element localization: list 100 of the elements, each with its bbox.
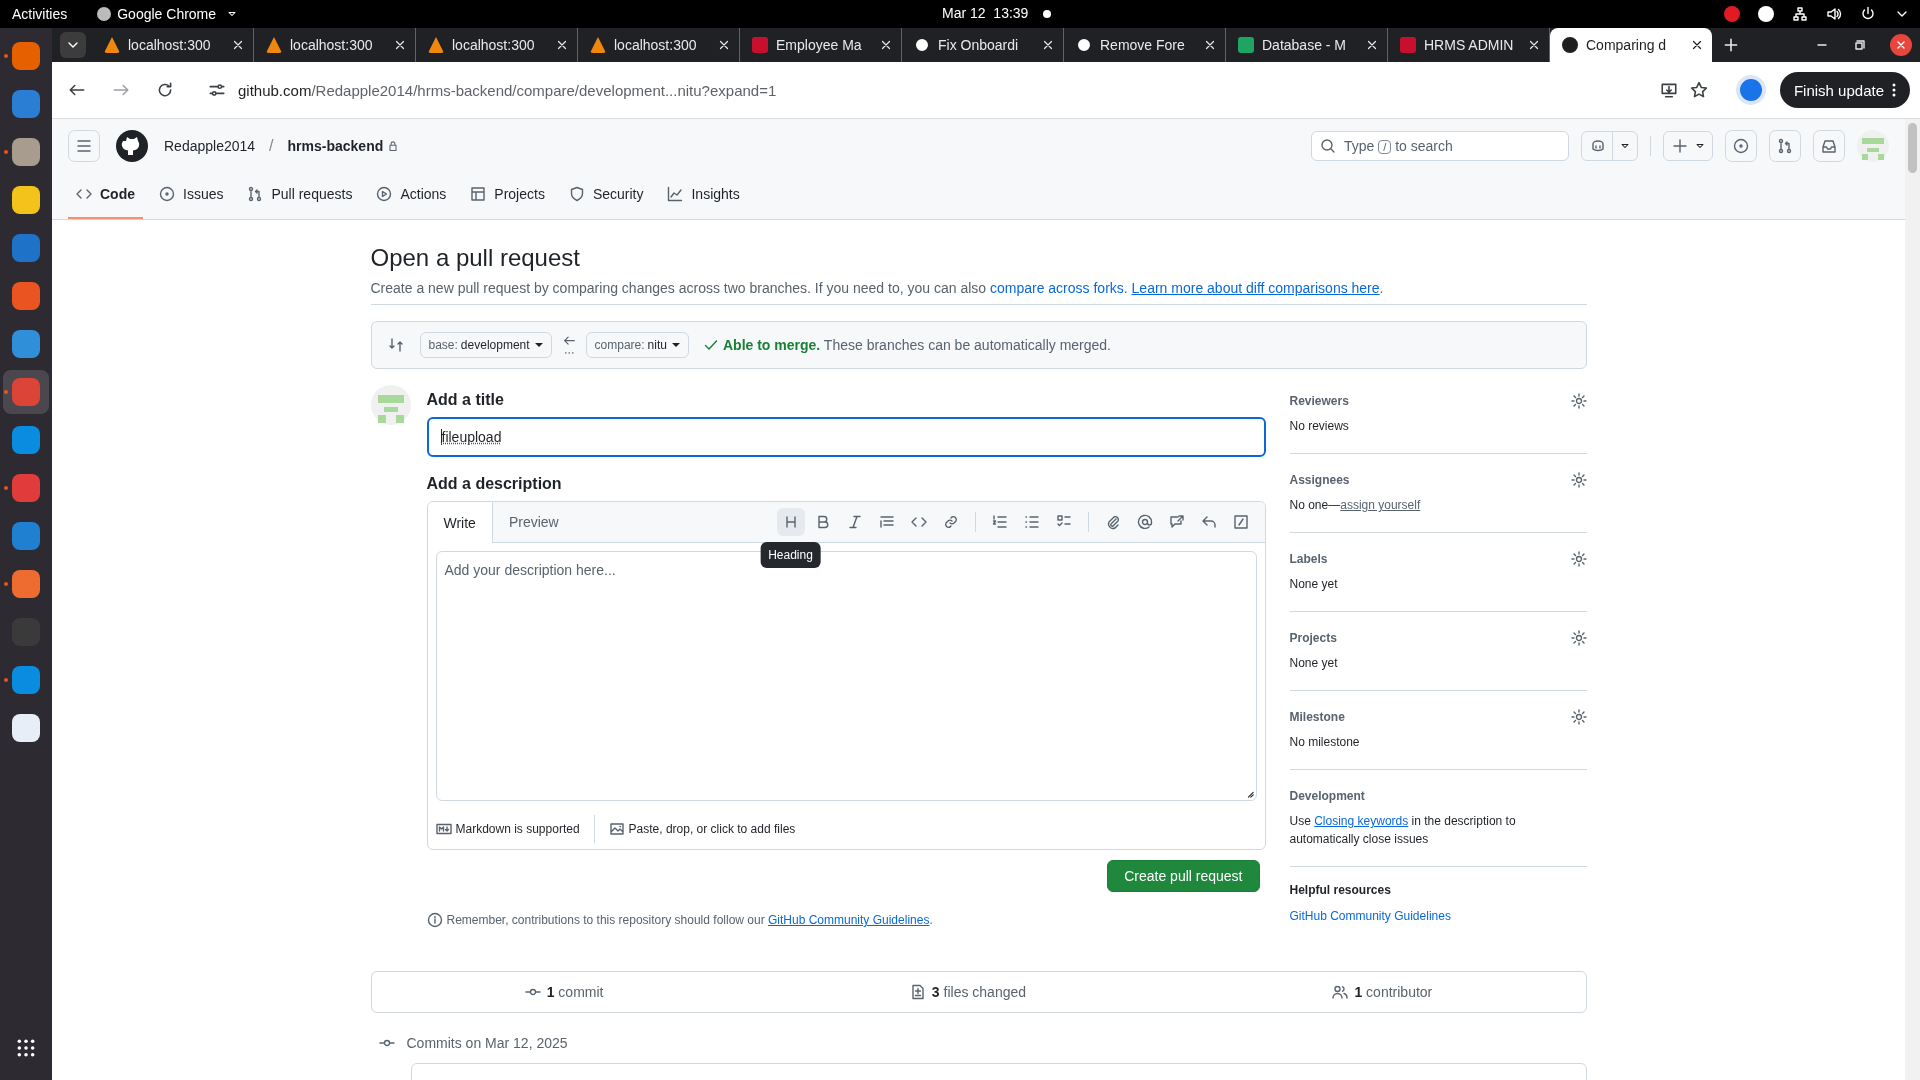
store-icon[interactable] xyxy=(12,282,40,310)
app-grid-icon[interactable] xyxy=(16,1038,36,1058)
cat-logo-icon xyxy=(914,37,930,53)
sound-icon[interactable] xyxy=(1826,6,1842,22)
repo-nav-tab[interactable]: Pull requests xyxy=(239,171,361,219)
recording-dot-icon xyxy=(1043,10,1051,18)
apple-icon[interactable] xyxy=(1724,6,1740,22)
logo-icon[interactable] xyxy=(116,130,148,162)
text-editor-icon[interactable] xyxy=(12,714,40,742)
close-icon[interactable] xyxy=(1203,38,1217,52)
apple-icon[interactable] xyxy=(12,474,40,502)
cat-logo-icon xyxy=(1076,37,1092,53)
repo-nav-tab[interactable]: Code xyxy=(68,171,143,219)
network-icon[interactable] xyxy=(1792,6,1808,22)
close-icon[interactable] xyxy=(555,38,569,52)
activities-button[interactable]: Activities xyxy=(12,6,68,22)
issues-button[interactable] xyxy=(1725,130,1757,162)
settings-icon[interactable] xyxy=(1570,630,1587,646)
running-indicator xyxy=(4,54,8,58)
chat-icon[interactable] xyxy=(1758,6,1774,22)
scrollbar[interactable] xyxy=(1905,119,1920,1080)
menu-button[interactable] xyxy=(68,130,100,162)
settings-icon[interactable] xyxy=(1570,472,1587,488)
speaker-icon[interactable] xyxy=(12,186,40,214)
profile-icon[interactable] xyxy=(1735,75,1766,105)
sidebar-link[interactable]: Closing keywords xyxy=(1314,814,1409,828)
attach-files-note[interactable]: Paste, drop, or click to add files xyxy=(608,821,796,837)
repo-nav-tab[interactable]: Insights xyxy=(659,171,748,219)
rocket-icon[interactable] xyxy=(12,570,40,598)
fox-browser-icon[interactable] xyxy=(12,42,40,70)
compare-forks-link[interactable]: compare across forks. xyxy=(989,280,1128,296)
close-icon[interactable] xyxy=(879,38,893,52)
left-arrow-icon xyxy=(561,334,576,356)
settings-icon[interactable] xyxy=(1570,551,1587,567)
compare-branch-select[interactable]: compare: nitu xyxy=(585,332,689,358)
repo-nav-tab[interactable]: Security xyxy=(560,171,652,219)
close-icon[interactable] xyxy=(1690,38,1704,52)
markdown-note[interactable]: Markdown is supported xyxy=(435,821,580,837)
power-icon[interactable] xyxy=(1860,6,1876,22)
repo-nav-tab[interactable]: Issues xyxy=(151,171,232,219)
close-icon[interactable] xyxy=(231,38,245,52)
repo-link[interactable]: hrms-backend xyxy=(287,138,384,154)
pull-requests-button[interactable] xyxy=(1769,130,1801,162)
site-settings-icon[interactable] xyxy=(208,81,226,99)
code-editor-icon[interactable] xyxy=(12,522,40,550)
close-icon[interactable] xyxy=(1365,38,1379,52)
bookmark-star-icon[interactable] xyxy=(1689,81,1708,99)
restore-button[interactable] xyxy=(1852,37,1868,53)
description-label: Add a description xyxy=(426,475,563,493)
merge-status: Able to merge. These branches can be automatically merged. xyxy=(722,337,1111,353)
title-input[interactable]: fileupload xyxy=(426,417,1266,457)
editor-tab[interactable]: Write xyxy=(427,502,493,543)
file-diff-icon xyxy=(909,984,926,1000)
clock[interactable]: Mar 12 13:39 xyxy=(942,5,1029,21)
cat-logo-icon xyxy=(1562,37,1578,53)
browser-tab[interactable]: Comparing d xyxy=(1550,28,1712,62)
settings-icon[interactable] xyxy=(1570,393,1587,409)
close-icon[interactable] xyxy=(1527,38,1541,52)
settings-icon[interactable] xyxy=(1570,709,1587,725)
address-bar[interactable]: github.com/Redapple2014/hrms-backend/compare/development...nitu?expand=1 xyxy=(194,70,1722,110)
bird-mail-icon[interactable] xyxy=(12,90,40,118)
avatar-icon xyxy=(370,385,411,425)
document-icon[interactable] xyxy=(12,234,40,262)
resize-handle[interactable] xyxy=(1245,790,1254,798)
reload-button[interactable] xyxy=(156,81,174,99)
table-icon xyxy=(470,186,487,202)
help-icon[interactable] xyxy=(12,330,40,358)
search-field[interactable]: Type / to search xyxy=(1311,131,1569,161)
summary-link[interactable]: 1 contributor xyxy=(1332,984,1433,1000)
app-menu[interactable]: Google Chrome xyxy=(97,6,239,22)
summary-link[interactable]: 3 files changed xyxy=(909,984,1027,1000)
guidelines-link[interactable]: GitHub Community Guidelines xyxy=(1289,909,1451,923)
base-branch-select[interactable]: base: development xyxy=(419,332,552,358)
tab-search-button[interactable] xyxy=(60,32,86,58)
sidebar-link[interactable]: assign yourself xyxy=(1340,498,1421,512)
page-title: Open a pull request xyxy=(370,244,581,272)
sidebar-value: None yet xyxy=(1289,655,1339,672)
repo-nav-tab[interactable]: Projects xyxy=(462,171,553,219)
close-window-button[interactable] xyxy=(1890,34,1912,56)
folder-icon[interactable] xyxy=(12,138,40,166)
learn-more-link[interactable]: Learn more about diff comparisons here xyxy=(1131,280,1380,296)
image-icon xyxy=(608,821,625,837)
close-icon[interactable] xyxy=(717,38,731,52)
create-pull-request-button[interactable]: Create pull request xyxy=(1107,860,1260,892)
editor-tab[interactable]: Preview xyxy=(492,502,575,542)
inbox-button[interactable] xyxy=(1813,130,1845,162)
close-icon[interactable] xyxy=(393,38,407,52)
create-new-button[interactable] xyxy=(1663,131,1713,161)
owner-link[interactable]: Redapple2014 xyxy=(164,138,256,154)
close-icon[interactable] xyxy=(1041,38,1055,52)
sidebar-heading: Projects xyxy=(1289,631,1337,645)
sidebar-heading: Assignees xyxy=(1289,473,1350,487)
install-icon[interactable] xyxy=(1659,81,1678,99)
sidebar-value: No milestone xyxy=(1289,734,1361,751)
copilot-button[interactable] xyxy=(1581,131,1638,161)
finish-update-button[interactable]: Finish update xyxy=(1779,72,1910,108)
repo-nav-tab[interactable]: Actions xyxy=(368,171,455,219)
new-tab-button[interactable] xyxy=(1722,36,1740,54)
reply-icon xyxy=(1200,514,1217,530)
summary-link[interactable]: 1 commit xyxy=(524,984,604,1000)
